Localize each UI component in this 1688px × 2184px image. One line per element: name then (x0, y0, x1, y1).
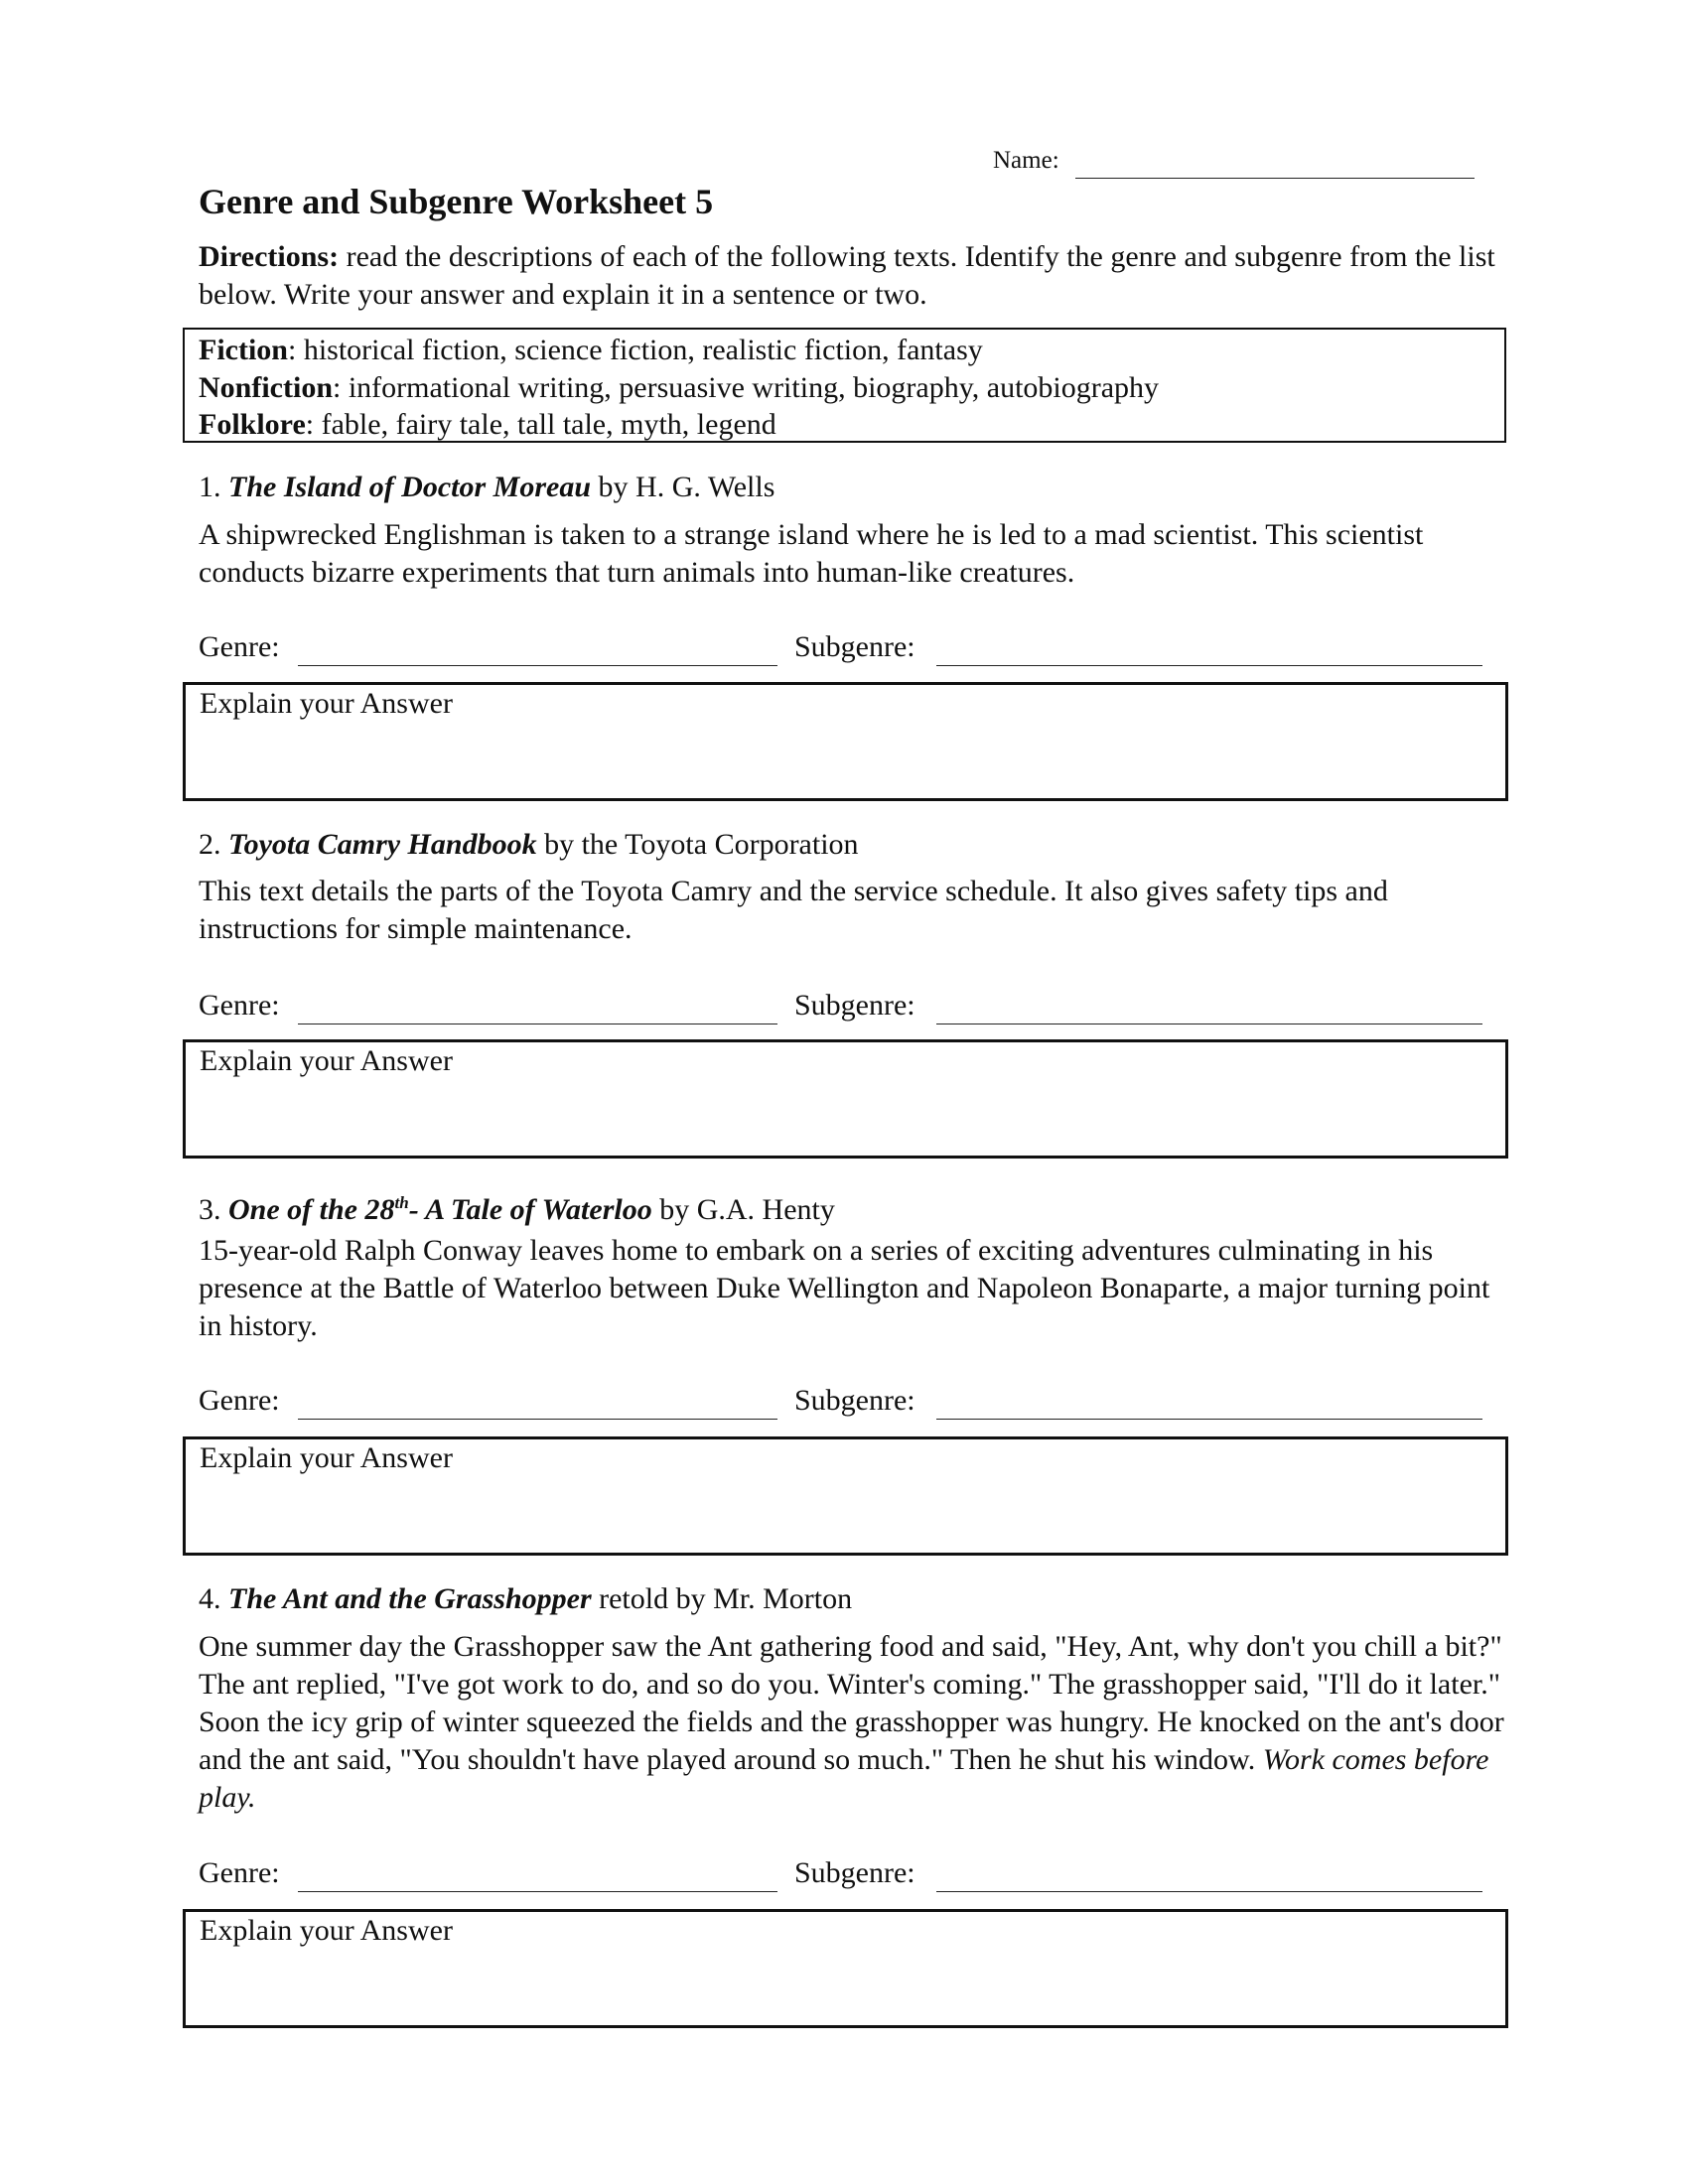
subgenre-label: Subgenre: (794, 630, 915, 663)
genre-label: Genre: (199, 989, 280, 1022)
item-3-title: 3. One of the 28th- A Tale of Waterloo b… (199, 1184, 835, 1229)
subgenre-label: Subgenre: (794, 989, 915, 1022)
item-1-description: A shipwrecked Englishman is taken to a s… (199, 518, 1424, 589)
genre-label: Genre: (199, 630, 280, 663)
item-number: 3. (199, 1193, 221, 1226)
legend-genre: Nonfiction (199, 371, 333, 404)
directions: Directions: read the descriptions of eac… (199, 238, 1509, 314)
legend-subgenres: : historical fiction, science fiction, r… (288, 334, 983, 366)
subgenre-label: Subgenre: (794, 1384, 915, 1417)
work-title: One of the 28th- A Tale of Waterloo (228, 1193, 652, 1226)
item-1-explain-box[interactable]: Explain your Answer (183, 682, 1508, 801)
item-4-genre-field[interactable] (298, 1891, 777, 1892)
legend-nonfiction: Nonfiction: informational writing, persu… (199, 369, 1159, 407)
explain-label: Explain your Answer (200, 687, 453, 720)
genre-legend-box: Fiction: historical fiction, science fic… (183, 328, 1506, 443)
item-1-genre-field[interactable] (298, 665, 777, 666)
item-3-explain-box[interactable]: Explain your Answer (183, 1436, 1508, 1556)
genre-label: Genre: (199, 1856, 280, 1889)
byline: retold by Mr. Morton (591, 1582, 853, 1615)
legend-fiction: Fiction: historical fiction, science fic… (199, 332, 983, 369)
item-4-description: One summer day the Grasshopper saw the A… (199, 1628, 1509, 1817)
legend-subgenres: : fable, fairy tale, tall tale, myth, le… (305, 408, 776, 441)
work-title: The Ant and the Grasshopper (228, 1582, 592, 1615)
name-label: Name: (993, 147, 1059, 174)
item-2-title: 2. Toyota Camry Handbook by the Toyota C… (199, 826, 859, 864)
explain-label: Explain your Answer (200, 1044, 453, 1077)
legend-genre: Fiction (199, 334, 288, 366)
item-number: 4. (199, 1582, 221, 1615)
item-3-subgenre-field[interactable] (936, 1419, 1482, 1420)
explain-label: Explain your Answer (200, 1441, 453, 1474)
item-1-subgenre-field[interactable] (936, 665, 1482, 666)
work-title: Toyota Camry Handbook (228, 828, 537, 861)
legend-folklore: Folklore: fable, fairy tale, tall tale, … (199, 406, 776, 444)
item-1-title: 1. The Island of Doctor Moreau by H. G. … (199, 469, 774, 506)
item-number: 1. (199, 471, 221, 503)
name-field[interactable] (1075, 178, 1475, 179)
work-title-part: One of the 28 (228, 1193, 395, 1226)
work-title-part: - A Tale of Waterloo (408, 1193, 652, 1226)
byline: by G.A. Henty (651, 1193, 835, 1226)
superscript: th (394, 1193, 409, 1212)
legend-subgenres: : informational writing, persuasive writ… (333, 371, 1160, 404)
item-4-explain-box[interactable]: Explain your Answer (183, 1909, 1508, 2028)
item-2-explain-box[interactable]: Explain your Answer (183, 1039, 1508, 1159)
byline: by the Toyota Corporation (536, 828, 859, 861)
page-title: Genre and Subgenre Worksheet 5 (199, 182, 714, 221)
subgenre-label: Subgenre: (794, 1856, 915, 1889)
item-3-description: 15-year-old Ralph Conway leaves home to … (199, 1234, 1490, 1342)
work-title: The Island of Doctor Moreau (228, 471, 592, 503)
item-4-subgenre-field[interactable] (936, 1891, 1482, 1892)
directions-text: read the descriptions of each of the fol… (199, 240, 1495, 311)
directions-label: Directions: (199, 240, 340, 273)
byline: by H. G. Wells (591, 471, 775, 503)
explain-label: Explain your Answer (200, 1914, 453, 1947)
item-2-description: This text details the parts of the Toyot… (199, 875, 1388, 945)
legend-genre: Folklore (199, 408, 306, 441)
item-number: 2. (199, 828, 221, 861)
item-3-genre-field[interactable] (298, 1419, 777, 1420)
item-4-title: 4. The Ant and the Grasshopper retold by… (199, 1580, 852, 1618)
genre-label: Genre: (199, 1384, 280, 1417)
